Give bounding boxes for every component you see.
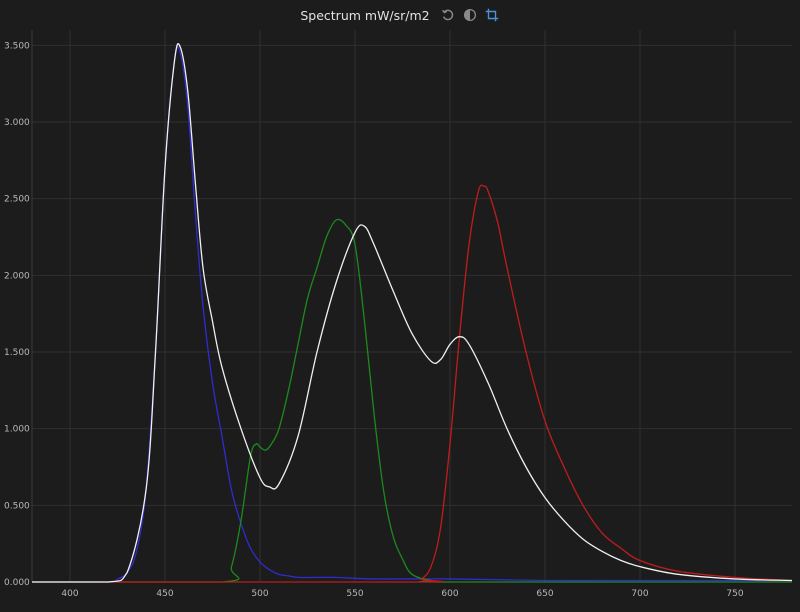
x-tick-label-550: 550 bbox=[346, 589, 363, 599]
series-line-3 bbox=[31, 43, 793, 583]
spectrum-chart: 400 450 500 550 600 650 700 750 0.000 0.500 1.000 1… bbox=[4, 30, 793, 599]
x-tick-label-400: 400 bbox=[61, 589, 78, 599]
x-tick-label-700: 700 bbox=[631, 589, 648, 599]
contrast-icon[interactable] bbox=[462, 7, 478, 23]
y-tick-label-1.000: 1.000 bbox=[4, 425, 30, 435]
series-line-0 bbox=[31, 46, 792, 583]
x-tick-label-600: 600 bbox=[441, 589, 458, 599]
series-line-1 bbox=[31, 218, 792, 583]
y-tick-label-2.000: 2.000 bbox=[4, 271, 30, 281]
crop-icon[interactable] bbox=[484, 7, 500, 23]
x-tick-label-650: 650 bbox=[536, 589, 553, 599]
x-tick-label-500: 500 bbox=[251, 589, 268, 599]
y-tick-label-0.000: 0.000 bbox=[4, 578, 30, 588]
x-tick-label-750: 750 bbox=[726, 589, 743, 599]
chart-title: Spectrum mW/sr/m2 bbox=[300, 7, 430, 23]
y-tick-label-3.500: 3.500 bbox=[4, 41, 30, 51]
reset-icon[interactable] bbox=[440, 7, 456, 23]
y-tick-label-3.000: 3.000 bbox=[4, 118, 30, 128]
x-tick-label-450: 450 bbox=[156, 589, 173, 599]
y-tick-label-1.500: 1.500 bbox=[4, 348, 30, 358]
chart-header: Spectrum mW/sr/m2 bbox=[0, 0, 800, 30]
y-tick-label-0.500: 0.500 bbox=[4, 501, 30, 511]
series-line-2 bbox=[31, 184, 793, 583]
chart-area: 400 450 500 550 600 650 700 750 0.000 0.500 1.000 1… bbox=[0, 0, 800, 608]
y-tick-label-2.500: 2.500 bbox=[4, 195, 30, 205]
